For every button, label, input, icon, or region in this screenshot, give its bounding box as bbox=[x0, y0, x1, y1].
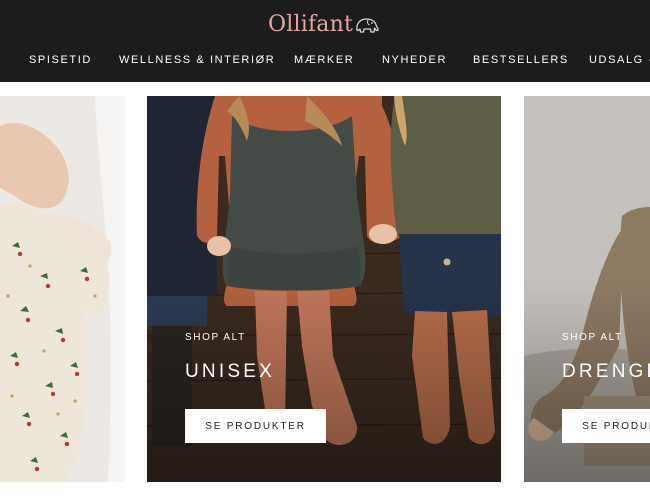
nav-item-nyheder[interactable]: NYHEDER bbox=[382, 52, 447, 68]
elephant-icon bbox=[356, 18, 379, 33]
card-title: UNISEX bbox=[185, 361, 275, 382]
see-products-button[interactable]: SE PRODUKTER bbox=[562, 409, 650, 443]
nav-item-spisetid[interactable]: SPISETID bbox=[29, 52, 92, 68]
carousel-card-left[interactable] bbox=[0, 96, 125, 482]
nav-item-maerker[interactable]: MÆRKER bbox=[294, 52, 354, 68]
carousel-card-unisex[interactable]: SHOP ALT UNISEX SE PRODUKTER bbox=[147, 96, 501, 482]
card-eyebrow: SHOP ALT bbox=[185, 332, 246, 343]
nav-item-wellness-interior[interactable]: WELLNESS & INTERIØR bbox=[119, 52, 275, 68]
nav-item-bestsellers[interactable]: BESTSELLERS bbox=[473, 52, 569, 68]
product-photo-baby-holly-pajamas bbox=[0, 96, 125, 482]
logo-text: Ollifant bbox=[268, 11, 354, 37]
main-navigation: SPISETID WELLNESS & INTERIØR MÆRKER NYHE… bbox=[0, 52, 650, 68]
site-logo[interactable]: Ollifant bbox=[268, 9, 380, 39]
site-header: Ollifant SPISETID WELLNESS & INTERIØR MÆ… bbox=[0, 0, 650, 82]
see-products-button[interactable]: SE PRODUKTER bbox=[185, 409, 326, 443]
carousel-card-drenge[interactable]: SHOP ALT DRENGE SE PRODUKTER bbox=[524, 96, 650, 482]
nav-item-udsalg[interactable]: UDSALG -60% bbox=[589, 52, 650, 68]
card-eyebrow: SHOP ALT bbox=[562, 332, 623, 343]
card-title: DRENGE bbox=[562, 361, 650, 382]
